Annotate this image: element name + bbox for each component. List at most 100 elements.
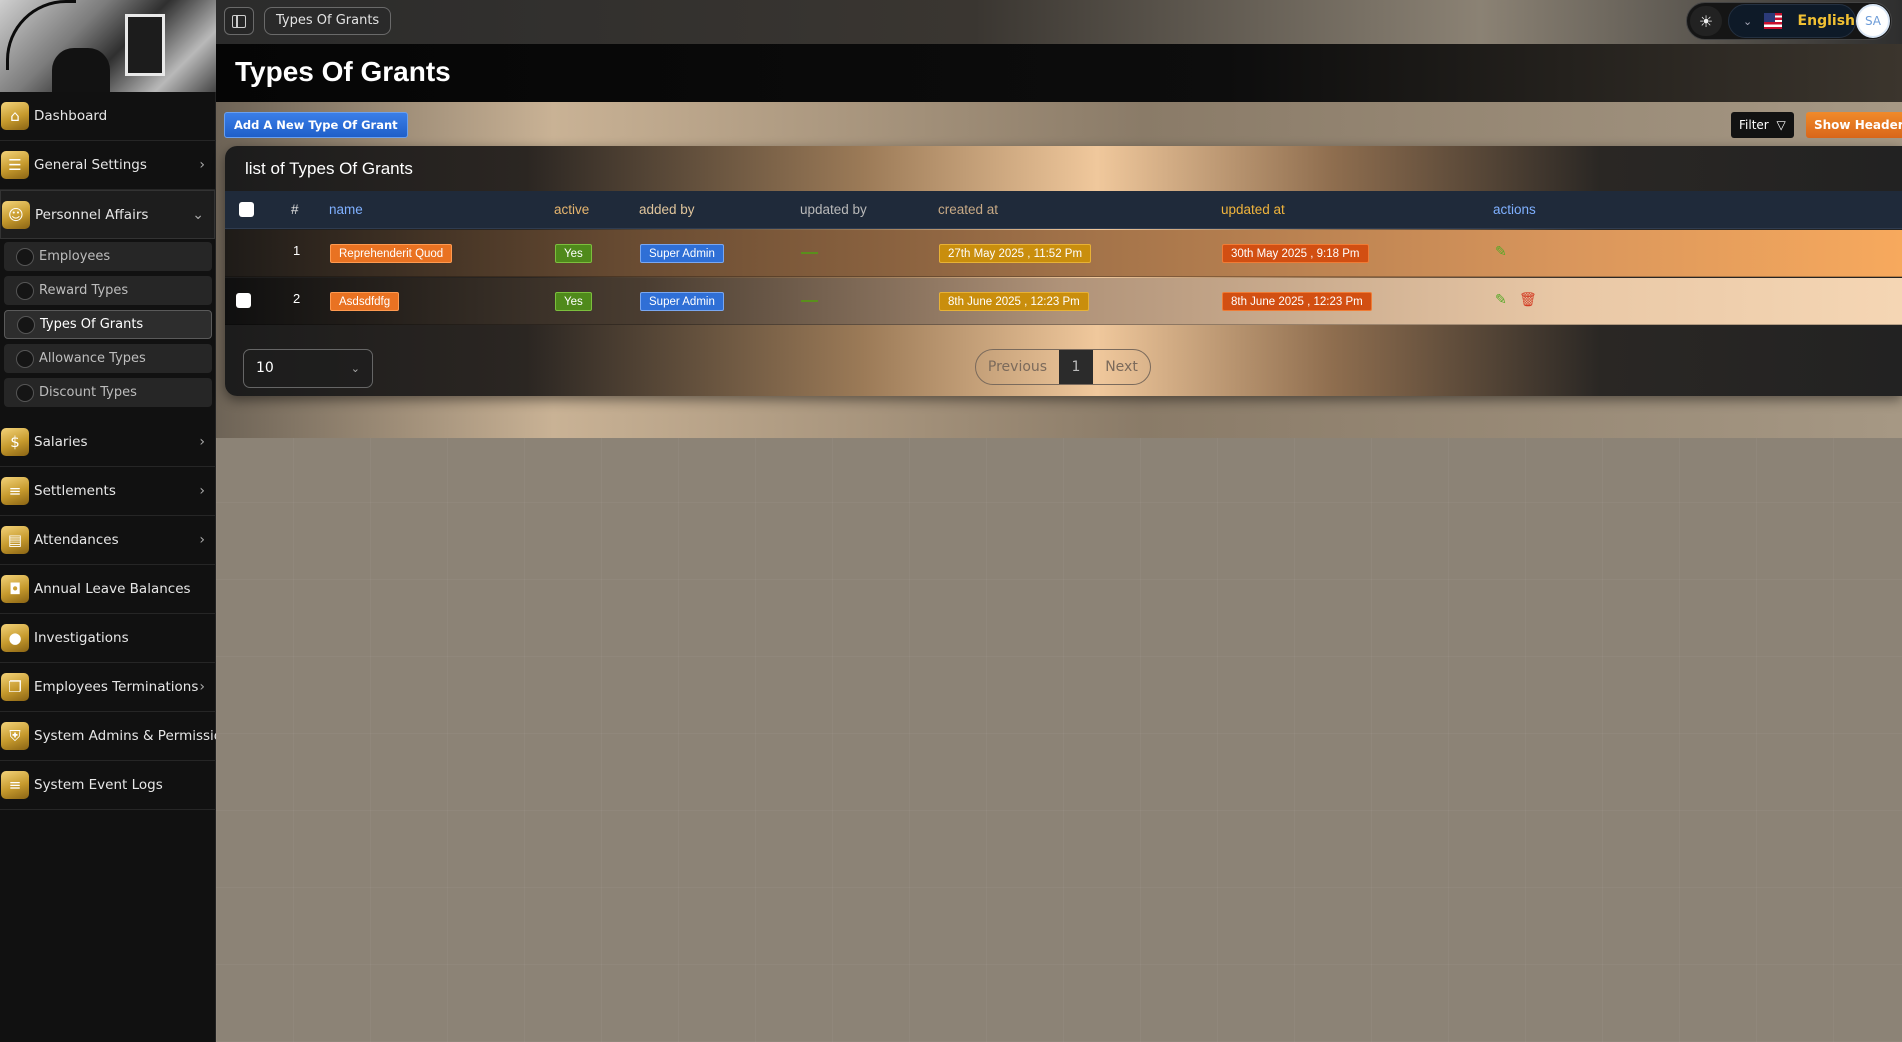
sidebar-item-system-event-logs[interactable]: ≡ System Event Logs [0,761,215,810]
chair-shape [52,48,110,92]
submenu-item-label: Employees [39,249,111,264]
sidebar-toggle-button[interactable] [224,7,254,35]
column-header-added-by[interactable]: added by [639,202,695,217]
page-title: Types Of Grants [235,56,451,87]
created-at-badge: 27th May 2025 , 11:52 Pm [939,244,1092,263]
row-number: 2 [293,291,301,306]
sun-icon: ☀ [1698,11,1714,31]
sidebar-item-attendances[interactable]: ▤ Attendances › [0,516,215,565]
circle-icon: ● [1,624,29,652]
pagination: Previous 1 Next [975,349,1151,385]
name-badge: Reprehenderit Quod [330,244,453,263]
chevron-right-icon: › [199,532,205,548]
sidebar-item-label: Salaries [34,434,88,450]
next-page-button[interactable]: Next [1093,350,1150,384]
table-row[interactable]: 1 Reprehenderit Quod Yes Super Admin 27t… [225,230,1902,277]
shield-icon: ⛨ [1,722,29,750]
table-title: list of Types Of Grants [245,159,413,178]
circle-icon [16,281,34,300]
submenu-item-discount-types[interactable]: Discount Types [4,378,212,407]
filter-button[interactable]: Filter ▽ [1731,112,1794,138]
submenu-item-types-of-grants[interactable]: Types Of Grants [4,310,212,339]
language-label: English [1797,13,1855,29]
chevron-right-icon: › [199,157,205,173]
sidebar-item-settlements[interactable]: ≡ Settlements › [0,467,215,516]
updated-by-empty [801,300,818,302]
briefcase-icon: ▤ [1,526,29,554]
home-icon: ⌂ [1,102,29,130]
chevron-down-icon: ⌄ [350,362,360,375]
active-badge: Yes [555,244,592,263]
submenu-item-label: Discount Types [39,385,137,400]
log-icon: ≡ [1,771,29,799]
select-all-checkbox[interactable] [239,202,254,217]
sidebar-item-label: Dashboard [34,108,108,124]
add-grant-type-button[interactable]: Add A New Type Of Grant [224,112,408,138]
submenu-item-allowance-types[interactable]: Allowance Types [4,344,212,373]
column-header-actions: actions [1493,202,1536,217]
topbar: Types Of Grants ☀ ⌄ English SA [216,0,1902,44]
added-by-badge: Super Admin [640,292,724,311]
sidebar-item-label: System Admins & Permissions [34,728,238,744]
name-badge: Asdsdfdfg [330,292,400,311]
sidebar-toggle-icon [232,14,246,28]
us-flag-icon [1764,13,1782,29]
circle-icon [16,349,34,368]
personnel-affairs-submenu: Employees Reward Types Types Of Grants A… [0,239,215,418]
column-header-updated-at[interactable]: updated at [1221,202,1285,217]
column-header-number: # [291,202,299,217]
sidebar-item-label: Attendances [34,532,119,548]
sidebar-item-label: Settlements [34,483,116,499]
per-page-value: 10 [256,360,274,376]
sidebar-item-salaries[interactable]: $ Salaries › [0,418,215,467]
sidebar-item-label: Personnel Affairs [35,206,149,223]
picture-frame-shape [125,14,165,76]
copy-icon: ❐ [1,673,29,701]
sidebar-item-label: Annual Leave Balances [34,581,191,597]
circle-icon [16,247,34,266]
created-at-badge: 8th June 2025 , 12:23 Pm [939,292,1089,311]
submenu-item-label: Allowance Types [39,351,146,366]
sidebar-item-investigations[interactable]: ● Investigations [0,614,215,663]
sidebar-item-employees-terminations[interactable]: ❐ Employees Terminations › [0,663,215,712]
column-header-active[interactable]: active [554,202,589,217]
trash-icon[interactable]: 🗑 [1519,292,1537,308]
theme-toggle-button[interactable]: ☀ [1690,6,1722,36]
updated-by-empty [801,252,818,254]
row-checkbox[interactable] [236,293,251,308]
updated-at-badge: 8th June 2025 , 12:23 Pm [1222,292,1372,311]
submenu-item-label: Reward Types [39,283,129,298]
chevron-right-icon: › [199,434,205,450]
sidebar-item-general-settings[interactable]: ☰ General Settings › [0,141,215,190]
sidebar-item-personnel-affairs[interactable]: ☺ Personnel Affairs ⌄ [0,190,215,239]
previous-page-button[interactable]: Previous [976,350,1059,384]
row-number: 1 [293,243,301,258]
column-header-updated-by[interactable]: updated by [800,202,867,217]
column-header-created-at[interactable]: created at [938,202,998,217]
sidebar-item-system-admins-permissions[interactable]: ⛨ System Admins & Permissions [0,712,238,761]
chevron-right-icon: › [199,483,205,499]
per-page-select[interactable]: 10 ⌄ [243,349,373,388]
sidebar-item-dashboard[interactable]: ⌂ Dashboard [0,92,215,141]
bag-icon: ◘ [1,575,29,603]
circle-icon [16,383,34,402]
filter-label: Filter [1739,118,1769,132]
breadcrumb[interactable]: Types Of Grants [264,7,392,35]
submenu-item-employees[interactable]: Employees [4,242,212,271]
table-row[interactable]: 2 Asdsdfdfg Yes Super Admin 8th June 202… [225,278,1902,325]
show-headers-button[interactable]: Show Headers [1806,112,1902,138]
sidebar-item-label: Investigations [34,630,129,646]
column-header-name[interactable]: name [329,202,363,217]
edit-icon[interactable]: ✎ [1495,244,1507,260]
edit-icon[interactable]: ✎ [1495,292,1507,308]
topbar-controls: ☀ ⌄ English SA [1686,2,1892,40]
table-header: # name active added by updated by create… [225,191,1902,229]
language-selector[interactable]: ⌄ English [1728,4,1856,38]
funnel-icon: ▽ [1776,118,1786,132]
submenu-item-reward-types[interactable]: Reward Types [4,276,212,305]
current-page-button[interactable]: 1 [1059,350,1093,384]
chevron-down-icon: ⌄ [192,206,204,223]
active-badge: Yes [555,292,592,311]
avatar[interactable]: SA [1856,4,1890,38]
sidebar-item-annual-leave-balances[interactable]: ◘ Annual Leave Balances [0,565,215,614]
